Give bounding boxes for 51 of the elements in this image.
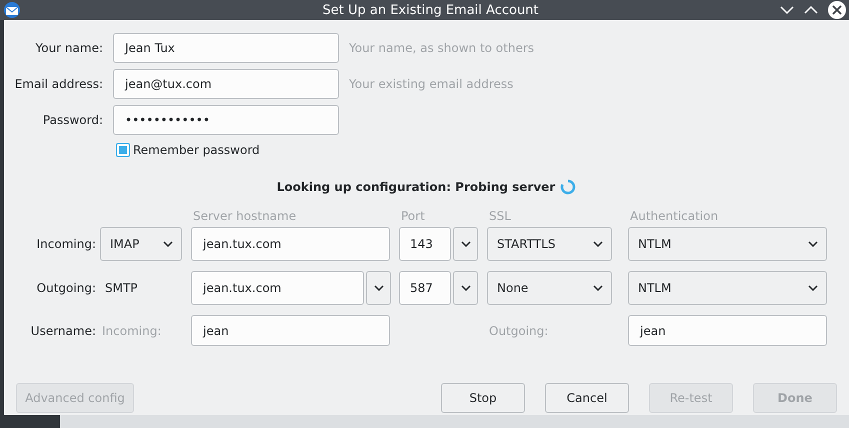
minimize-icon[interactable]	[780, 5, 794, 15]
chevron-down-icon	[593, 241, 603, 247]
checkbox[interactable]	[116, 143, 130, 157]
field-hint: Your existing email address	[349, 77, 514, 91]
row-label: Incoming:	[36, 237, 97, 251]
field-label: Email address:	[14, 77, 103, 91]
maximize-icon[interactable]	[804, 5, 818, 15]
dialog-button[interactable]: Cancel	[545, 383, 629, 413]
window-title: Set Up an Existing Email Account	[321, 2, 540, 18]
username-field[interactable]: jean	[191, 315, 390, 346]
chevron-down-icon	[460, 241, 470, 247]
hostname-dropdown-button[interactable]	[366, 271, 391, 305]
row-label: Outgoing:	[36, 281, 97, 295]
chevron-down-icon	[593, 285, 603, 291]
chevron-down-icon	[808, 285, 818, 291]
checkbox-label[interactable]: Remember password	[133, 143, 260, 157]
port-dropdown-button[interactable]	[453, 227, 478, 261]
spinner-icon	[560, 179, 576, 195]
field-label: Password:	[42, 113, 103, 127]
username-field[interactable]: jean	[628, 315, 827, 346]
hostname-field[interactable]: jean.tux.com	[191, 227, 390, 261]
protocol-dropdown[interactable]: IMAP	[100, 227, 182, 261]
ssl-dropdown[interactable]: STARTTLS	[487, 227, 612, 261]
field-hint: Your name, as shown to others	[349, 41, 536, 55]
field-label: Incoming:	[101, 324, 162, 338]
dialog-button[interactable]: Stop	[441, 383, 525, 413]
authentication-dropdown[interactable]: NTLM	[628, 227, 827, 261]
port-field[interactable]: 143	[399, 227, 451, 261]
chevron-down-icon	[374, 285, 384, 291]
authentication-dropdown[interactable]: NTLM	[628, 271, 827, 305]
ssl-dropdown[interactable]: None	[487, 271, 612, 305]
input-field[interactable]: jean@tux.com	[113, 69, 339, 99]
port-field[interactable]: 587	[399, 271, 451, 305]
protocol-text: SMTP	[104, 281, 139, 295]
row-label: Username:	[30, 324, 97, 338]
chevron-down-icon	[163, 241, 173, 247]
close-icon[interactable]	[828, 1, 846, 19]
status-text: Looking up configuration: Probing server	[276, 180, 556, 194]
column-header: Server hostname	[192, 209, 298, 223]
column-header: SSL	[488, 209, 512, 223]
column-header: Authentication	[629, 209, 720, 223]
input-field[interactable]: Jean Tux	[113, 33, 339, 63]
field-label: Outgoing:	[488, 324, 550, 338]
chevron-down-icon	[808, 241, 818, 247]
field-label: Your name:	[34, 41, 103, 55]
input-field[interactable]: ••••••••••••	[113, 105, 339, 135]
chevron-down-icon	[460, 285, 470, 291]
column-header: Port	[400, 209, 426, 223]
port-dropdown-button[interactable]	[453, 271, 478, 305]
hostname-field[interactable]: jean.tux.com	[191, 271, 364, 305]
envelope-app-icon	[3, 2, 21, 18]
